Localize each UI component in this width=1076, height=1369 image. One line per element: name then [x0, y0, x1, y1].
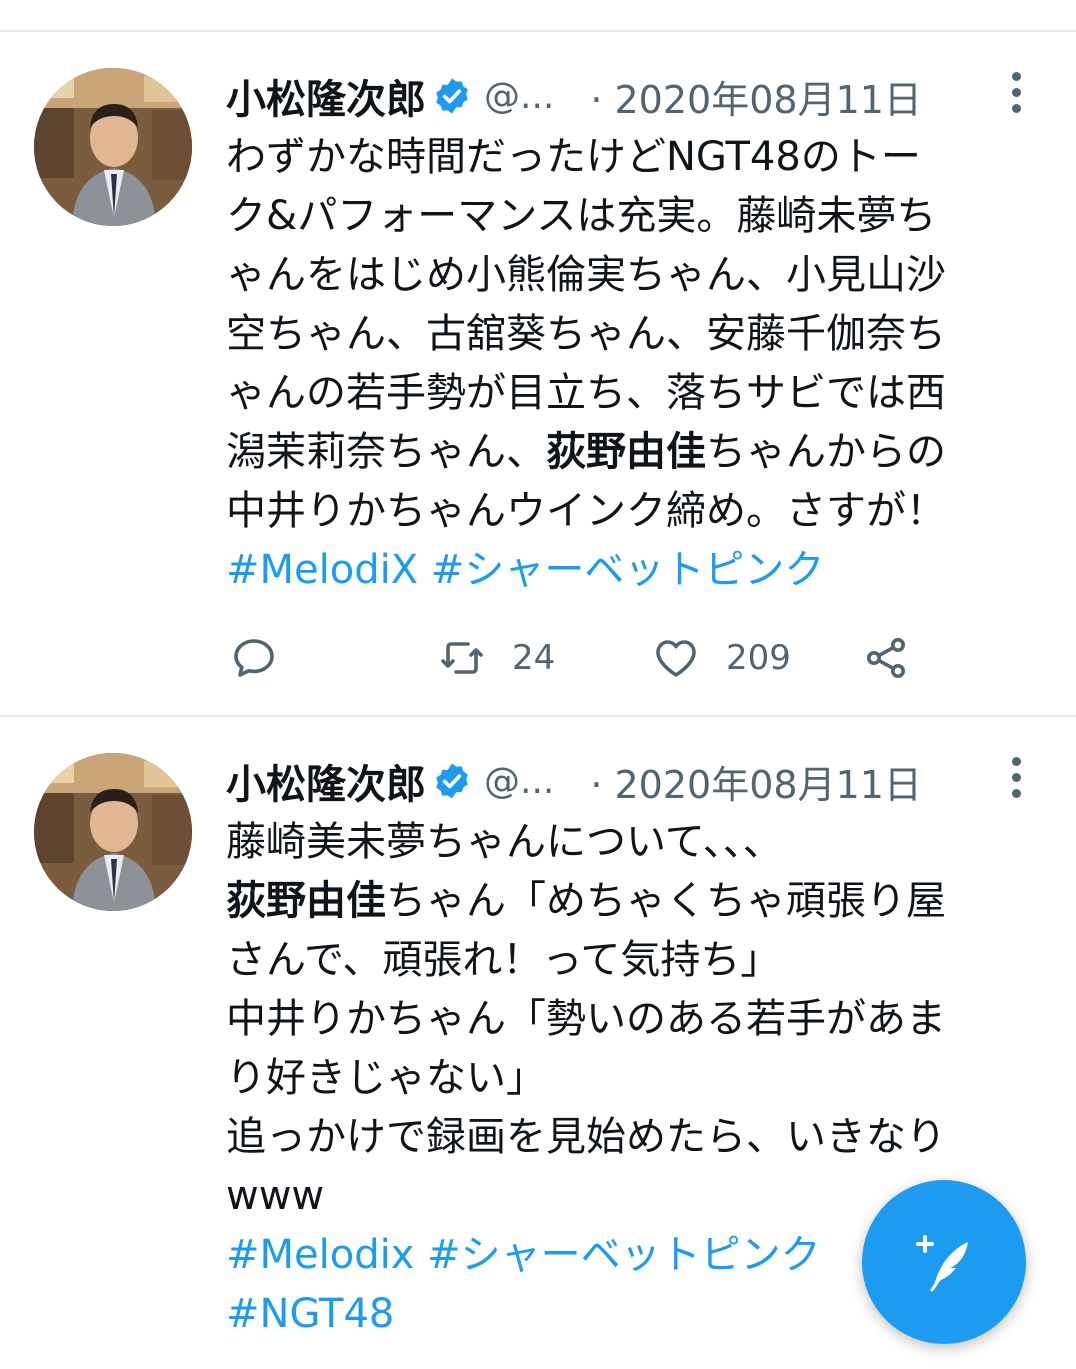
hashtag-link[interactable]: #Melodix [226, 1232, 414, 1278]
compose-tweet-icon [916, 1235, 968, 1292]
like-button[interactable]: 209 [652, 632, 791, 684]
text-segment: 中井りかちゃんウインク締め。さすが！ [226, 488, 946, 534]
tweet-line: さんで、頑張れ！って気持ち」 [226, 931, 1056, 990]
hashtag-link[interactable]: #NGT48 [226, 1291, 394, 1337]
verified-badge-icon [436, 763, 468, 799]
text-segment: ちゃん「めちゃくちゃ頑張り屋 [386, 878, 946, 924]
tweet-line: 中井りかちゃん「勢いのある若手があま [226, 990, 1056, 1049]
like-icon [656, 640, 696, 677]
bold-text-segment: 荻野由佳 [226, 878, 386, 924]
tweet-line: 中井りかちゃんウインク締め。さすが！ [226, 482, 1056, 541]
author-name[interactable]: 小松隆次郎 [226, 752, 426, 810]
tweet-line: ゃんの若手勢が目立ち、落ちサビでは西 [226, 364, 1056, 423]
text-segment: www [226, 1173, 325, 1219]
tweet-line: わずかな時間だったけどNGT48のトー [226, 128, 1056, 187]
more-options-icon[interactable] [1006, 72, 1026, 122]
more-options-icon[interactable] [1006, 757, 1026, 807]
author-handle[interactable]: @... [484, 761, 554, 802]
text-segment: ゃんの若手勢が目立ち、落ちサビでは西 [226, 370, 946, 416]
text-segment: ゃんをはじめ小熊倫実ちゃん、小見山沙 [226, 252, 946, 298]
author-handle[interactable]: @... [484, 76, 554, 117]
tweet-date[interactable]: · 2020年08月11日 [590, 69, 922, 124]
hashtag-line: #MelodiX #シャーベットピンク [226, 541, 1056, 600]
tweet[interactable]: 小松隆次郎 @... · 2020年08月11日 わずかな時間だったけどNGT4… [0, 32, 1076, 715]
hashtag-link[interactable]: #MelodiX [226, 547, 418, 593]
tweet-text: わずかな時間だったけどNGT48のトー ク&パフォーマンスは充実。藤崎未夢ち ゃ… [226, 128, 1056, 600]
hashtag-link[interactable]: #シャーベットピンク [427, 1232, 821, 1278]
retweet-icon [441, 642, 483, 674]
text-segment: り好きじゃない」 [226, 1055, 546, 1101]
avatar[interactable] [34, 68, 192, 226]
text-segment: 空ちゃん、古舘葵ちゃん、安藤千伽奈ち [226, 311, 946, 357]
text-segment: 追っかけで録画を見始めたら、いきなり [226, 1114, 946, 1160]
tweet-line: 藤崎美未夢ちゃんについて、、、 [226, 813, 1056, 872]
tweet-header: 小松隆次郎 @... · 2020年08月11日 [226, 753, 1046, 809]
tweet-line: 潟茉莉奈ちゃん、荻野由佳ちゃんからの [226, 423, 1056, 482]
tweet-line: 追っかけで録画を見始めたら、いきなり [226, 1108, 1056, 1167]
retweet-count: 24 [512, 638, 556, 678]
reply-icon [234, 639, 274, 677]
tweet-line: 荻野由佳ちゃん「めちゃくちゃ頑張り屋 [226, 872, 1056, 931]
text-segment: ちゃんからの [706, 429, 946, 475]
text-segment: さんで、頑張れ！って気持ち」 [226, 937, 781, 983]
tweet-header: 小松隆次郎 @... · 2020年08月11日 [226, 68, 1046, 124]
avatar[interactable] [34, 753, 192, 911]
bold-text-segment: 荻野由佳 [546, 429, 706, 475]
text-segment: ク&パフォーマンスは充実。藤崎未夢ち [226, 193, 937, 239]
tweet-actions: 24 209 [0, 632, 1076, 684]
retweet-button[interactable]: 24 [438, 632, 555, 684]
text-segment: 中井りかちゃん「勢いのある若手があま [226, 996, 946, 1042]
text-segment: 潟茉莉奈ちゃん、 [226, 429, 546, 475]
text-segment: わずかな時間だったけどNGT48のトー [226, 134, 921, 180]
hashtag-link[interactable]: #シャーベットピンク [431, 547, 825, 593]
share-icon [867, 638, 905, 678]
compose-tweet-button[interactable] [862, 1180, 1026, 1344]
tweet-line: り好きじゃない」 [226, 1049, 1056, 1108]
text-segment: 藤崎美未夢ちゃんについて、、、 [226, 819, 783, 865]
author-name[interactable]: 小松隆次郎 [226, 67, 426, 125]
like-count: 209 [726, 638, 791, 678]
tweet-line: ゃんをはじめ小熊倫実ちゃん、小見山沙 [226, 246, 1056, 305]
share-button[interactable] [862, 632, 910, 684]
tweet-line: 空ちゃん、古舘葵ちゃん、安藤千伽奈ち [226, 305, 1056, 364]
verified-badge-icon [436, 78, 468, 114]
tweet-line: ク&パフォーマンスは充実。藤崎未夢ち [226, 187, 1056, 246]
reply-button[interactable] [230, 632, 278, 684]
tweet-date[interactable]: · 2020年08月11日 [590, 754, 922, 809]
